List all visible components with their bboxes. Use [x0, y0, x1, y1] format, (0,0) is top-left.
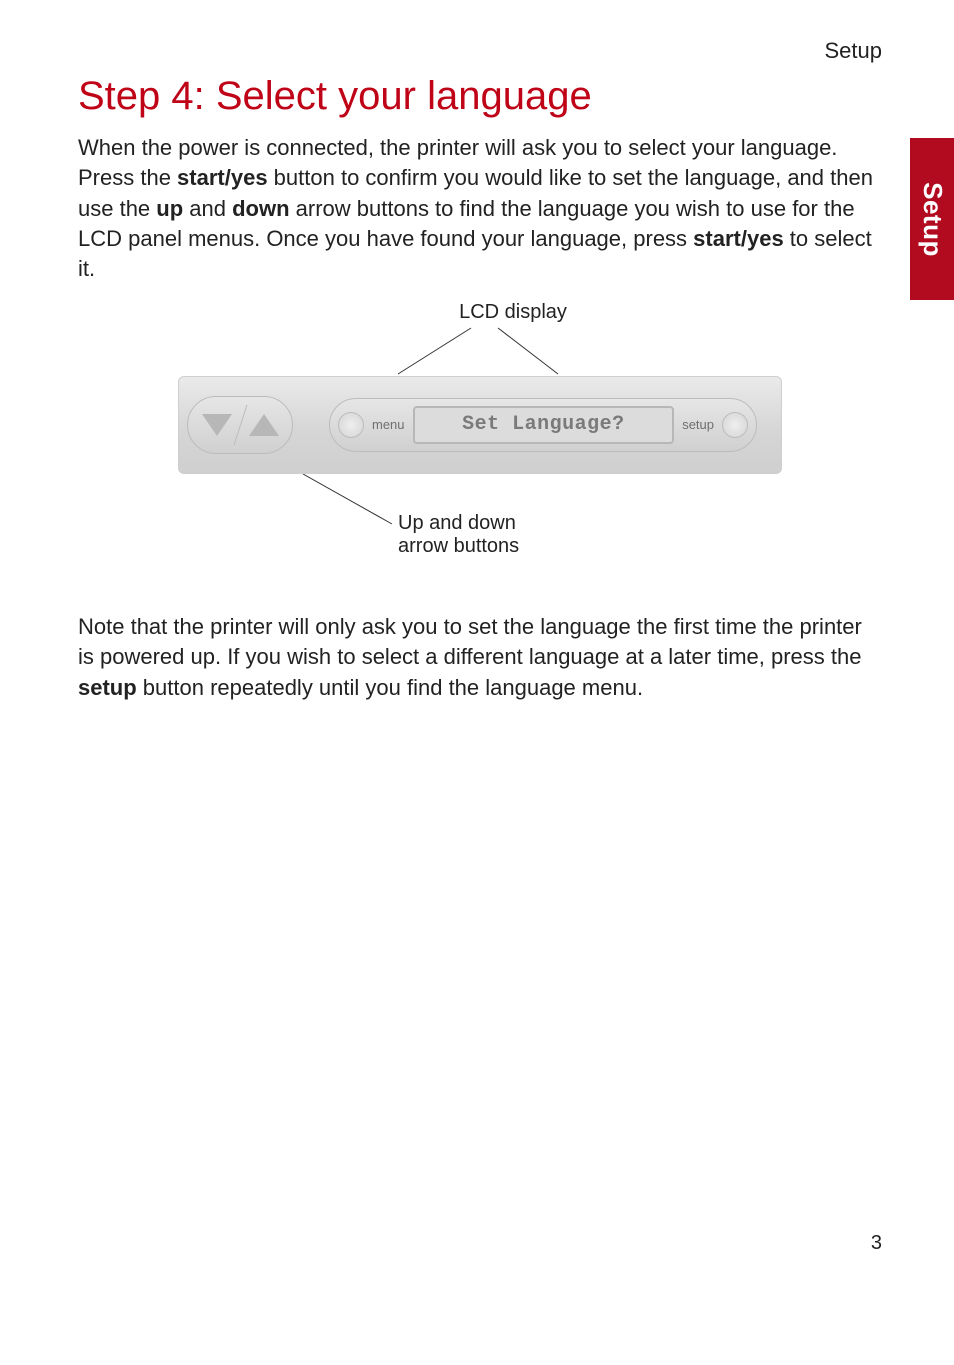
bold: setup	[78, 675, 137, 700]
lcd-screen: Set Language?	[413, 406, 675, 444]
down-arrow-icon[interactable]	[202, 414, 232, 436]
text: arrow buttons	[398, 535, 519, 557]
callout-svg-top	[78, 324, 878, 376]
text: and	[183, 196, 232, 221]
lcd-group: menu Set Language? setup	[329, 398, 757, 452]
callout-lines-top	[78, 324, 882, 376]
lcd-display-label: LCD display	[144, 301, 882, 324]
note-paragraph: Note that the printer will only ask you …	[78, 612, 882, 703]
bold: start/yes	[177, 165, 268, 190]
intro-paragraph: When the power is connected, the printer…	[78, 133, 882, 285]
divider	[233, 405, 247, 445]
text: Up and down	[398, 512, 516, 534]
text: Note that the printer will only ask you …	[78, 614, 862, 669]
up-arrow-icon[interactable]	[249, 414, 279, 436]
side-tab: Setup	[910, 138, 954, 300]
page: Setup Setup Step 4: Select your language…	[0, 0, 954, 1365]
side-tab-label: Setup	[917, 182, 948, 257]
arrow-buttons-group	[187, 396, 293, 454]
bold: start/yes	[693, 226, 784, 251]
printer-panel: menu Set Language? setup	[178, 376, 782, 474]
text: button repeatedly until you find the lan…	[137, 675, 643, 700]
header-section: Setup	[78, 38, 882, 64]
menu-label: menu	[372, 417, 405, 432]
updown-label: Up and down arrow buttons	[398, 512, 519, 558]
setup-label: setup	[682, 417, 714, 432]
diagram: LCD display menu Set Language? setup	[78, 301, 882, 554]
setup-button[interactable]	[722, 412, 748, 438]
callout-lines-bottom: Up and down arrow buttons	[78, 474, 882, 554]
bold: up	[156, 196, 183, 221]
page-title: Step 4: Select your language	[78, 74, 882, 119]
bold: down	[232, 196, 289, 221]
page-number: 3	[871, 1232, 882, 1255]
menu-button[interactable]	[338, 412, 364, 438]
